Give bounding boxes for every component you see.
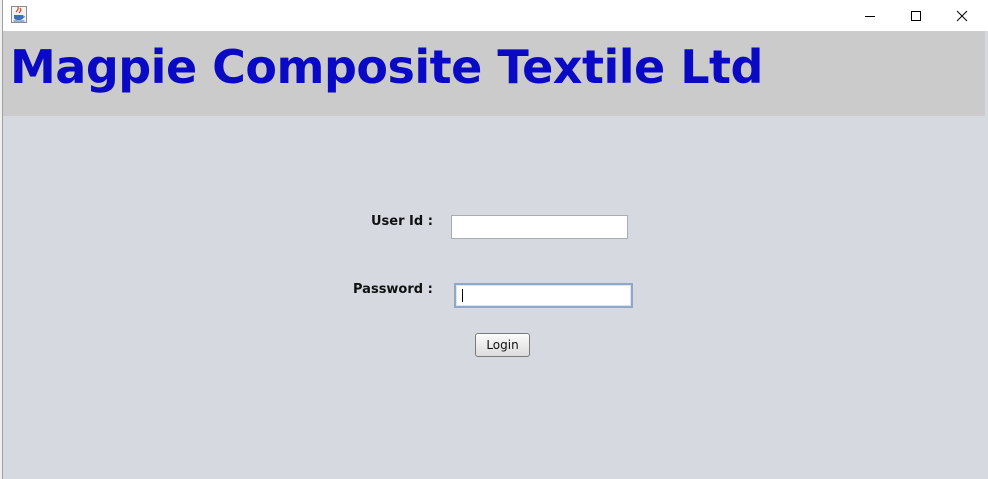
header-banner: Magpie Composite Textile Ltd: [3, 31, 988, 116]
company-name-title: Magpie Composite Textile Ltd: [10, 40, 763, 94]
close-button[interactable]: [939, 0, 985, 31]
login-button[interactable]: Login: [475, 333, 530, 357]
login-panel: User Id : Password : Login: [3, 116, 985, 479]
password-label: Password :: [353, 282, 433, 297]
java-app-icon: [11, 6, 27, 23]
maximize-button[interactable]: [893, 0, 939, 31]
minimize-icon: [865, 15, 875, 17]
userid-label: User Id :: [371, 214, 433, 229]
password-field[interactable]: [454, 283, 633, 308]
close-icon: [956, 10, 968, 21]
text-caret: [462, 289, 463, 302]
window-titlebar[interactable]: [3, 0, 988, 31]
userid-field[interactable]: [451, 215, 628, 239]
minimize-button[interactable]: [847, 0, 893, 31]
maximize-icon: [911, 10, 921, 21]
